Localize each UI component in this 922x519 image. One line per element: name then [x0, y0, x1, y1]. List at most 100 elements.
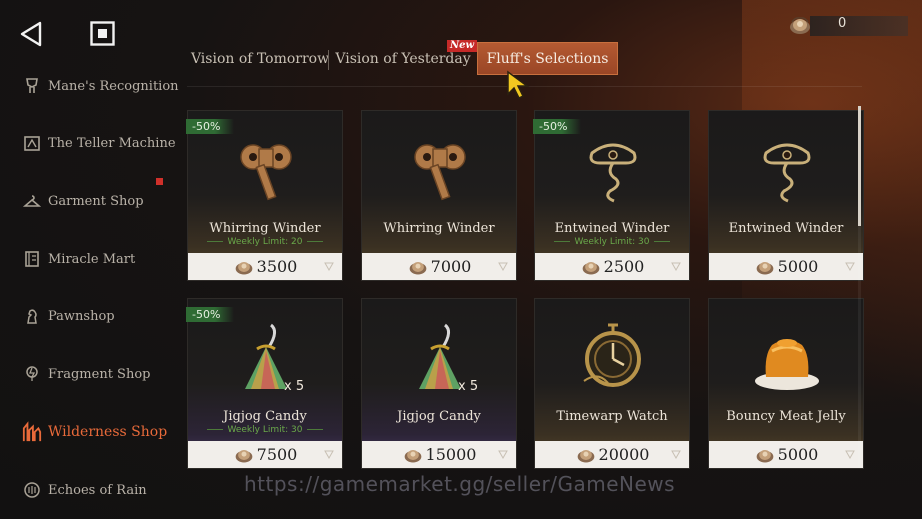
back-icon[interactable]: [18, 20, 44, 48]
shop-item-card[interactable]: -50% x 5 Jigjog Candy Weekly Limit: 30 7…: [186, 298, 343, 469]
item-name: Whirring Winder: [209, 221, 321, 236]
meat-jelly-icon: [755, 339, 819, 390]
sidebar-item-manes-recognition[interactable]: Mane's Recognition: [22, 71, 182, 101]
mouse-cursor-icon: [507, 70, 530, 100]
sidebar-item-pawnshop[interactable]: Pawnshop: [22, 301, 182, 331]
tab-label: Vision of Tomorrow: [190, 50, 330, 67]
item-name: Entwined Winder: [554, 221, 670, 236]
item-name: Jigjog Candy: [223, 409, 307, 424]
currency-display: 0: [788, 12, 908, 38]
item-price: 5000: [777, 445, 819, 464]
winder-key-icon: [240, 144, 292, 201]
item-name: Entwined Winder: [728, 221, 844, 236]
sidebar-item-echoes-of-rain[interactable]: Echoes of Rain: [22, 475, 182, 505]
currency-value: 0: [838, 16, 847, 31]
item-price: 7000: [430, 257, 472, 276]
sidebar-item-label: Fragment Shop: [48, 366, 151, 382]
item-price: 5000: [777, 257, 819, 276]
rarity-mark-icon: [498, 262, 508, 271]
mart-icon: [22, 249, 42, 269]
sidebar-item-label: Mane's Recognition: [48, 78, 179, 94]
shell-coin-icon: [235, 261, 252, 274]
rarity-mark-icon: [671, 450, 681, 459]
rarity-mark-icon: [845, 262, 855, 271]
shop-item-card[interactable]: Whirring Winder 7000: [361, 110, 517, 281]
price-bar: 5000: [709, 253, 863, 280]
item-price: 2500: [603, 257, 645, 276]
sidebar-item-garment-shop[interactable]: Garment Shop: [22, 186, 182, 216]
sidebar-item-label: Miracle Mart: [48, 251, 136, 267]
sidebar-item-wilderness-shop[interactable]: Wilderness Shop: [22, 417, 182, 447]
tab-fluffs-selections[interactable]: Fluff's Selections: [477, 42, 618, 75]
item-name: Timewarp Watch: [556, 409, 668, 424]
pawnshop-icon: [22, 306, 42, 326]
weekly-limit: Weekly Limit: 30: [535, 237, 689, 247]
rarity-mark-icon: [845, 450, 855, 459]
sidebar-item-miracle-mart[interactable]: Miracle Mart: [22, 244, 182, 274]
new-badge: New: [447, 40, 478, 52]
price-bar: 15000: [362, 441, 516, 468]
item-quantity: x 5: [284, 379, 305, 394]
tab-label: Fluff's Selections: [486, 50, 609, 67]
sidebar-item-label: Pawnshop: [48, 308, 115, 324]
price-bar: 3500: [188, 253, 342, 280]
entwined-winder-icon: [763, 143, 811, 203]
tab-vision-of-tomorrow[interactable]: Vision of Tomorrow: [190, 42, 330, 75]
entwined-winder-icon: [589, 143, 637, 203]
weekly-limit: Weekly Limit: 20: [188, 237, 342, 247]
sidebar-item-label: The Teller Machine: [48, 135, 176, 151]
shell-coin-icon: [582, 261, 599, 274]
shop-item-card[interactable]: Entwined Winder 5000: [708, 110, 864, 281]
shell-coin-icon: [790, 17, 810, 34]
shop-item-card[interactable]: -50% Whirring Winder Weekly Limit: 20 35…: [186, 110, 343, 281]
price-bar: 7500: [188, 441, 342, 468]
sidebar-item-label: Echoes of Rain: [48, 482, 147, 498]
discount-badge: -50%: [533, 119, 582, 134]
shop-item-card[interactable]: Timewarp Watch 20000: [534, 298, 690, 469]
sidebar-item-fragment-shop[interactable]: Fragment Shop: [22, 359, 182, 389]
teller-machine-icon: [22, 133, 42, 153]
pocket-watch-icon: [583, 323, 641, 387]
sidebar-item-label: Garment Shop: [48, 193, 144, 209]
sidebar-item-label: Wilderness Shop: [48, 424, 168, 440]
rarity-mark-icon: [324, 450, 334, 459]
winder-key-icon: [414, 144, 466, 201]
rarity-mark-icon: [498, 450, 508, 459]
price-bar: 5000: [709, 441, 863, 468]
currency-bar: [810, 16, 908, 36]
notification-dot: [156, 178, 163, 185]
discount-badge: -50%: [186, 119, 235, 134]
item-price: 15000: [425, 445, 477, 464]
shell-coin-icon: [756, 449, 773, 462]
shop-item-card[interactable]: -50% Entwined Winder Weekly Limit: 30 25…: [533, 110, 690, 281]
rain-icon: [22, 480, 42, 500]
hanger-icon: [22, 191, 42, 211]
tab-label: Vision of Yesterday: [335, 50, 471, 67]
mane-recognition-icon: [22, 76, 42, 96]
tab-divider: [328, 50, 329, 70]
item-name: Jigjog Candy: [397, 409, 481, 424]
item-price: 3500: [256, 257, 298, 276]
rarity-mark-icon: [671, 262, 681, 271]
shop-item-card[interactable]: Bouncy Meat Jelly 5000: [708, 298, 864, 469]
item-name: Bouncy Meat Jelly: [726, 409, 846, 424]
discount-badge: -50%: [186, 307, 235, 322]
price-bar: 20000: [535, 441, 689, 468]
rarity-mark-icon: [324, 262, 334, 271]
shop-item-card[interactable]: x 5 Jigjog Candy 15000: [361, 298, 517, 469]
item-name: Whirring Winder: [383, 221, 495, 236]
fragment-icon: [22, 364, 42, 384]
price-bar: 2500: [535, 253, 689, 280]
watermark: https://gamemarket.gg/seller/GameNews: [244, 472, 676, 496]
shell-coin-icon: [756, 261, 773, 274]
price-bar: 7000: [362, 253, 516, 280]
shell-coin-icon: [577, 449, 594, 462]
shell-coin-icon: [404, 449, 421, 462]
weekly-limit: Weekly Limit: 30: [188, 425, 342, 435]
scrollbar-thumb[interactable]: [858, 106, 861, 226]
sidebar-item-teller-machine[interactable]: The Teller Machine: [22, 128, 182, 158]
stop-icon[interactable]: [90, 21, 115, 46]
shell-coin-icon: [235, 449, 252, 462]
item-quantity: x 5: [458, 379, 479, 394]
shell-coin-icon: [409, 261, 426, 274]
